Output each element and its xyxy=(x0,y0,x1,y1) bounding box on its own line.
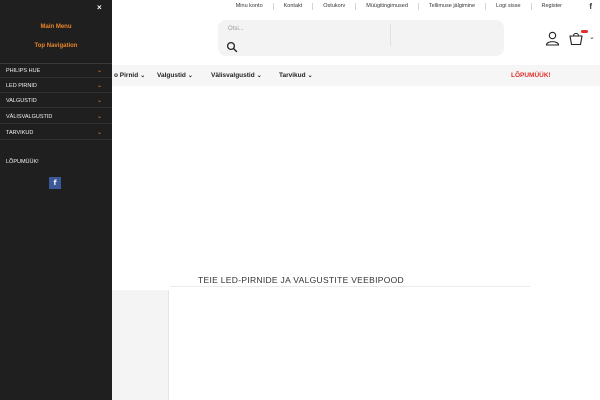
sidebar-item-label: VALGUSTID xyxy=(6,98,37,104)
nav-item-label: Välisvalgustid xyxy=(211,72,255,79)
sidebar-item-led-pirnid[interactable]: LED PIRNID ⌄ xyxy=(0,80,112,93)
nav-item-label: Tarvikud xyxy=(279,72,306,79)
top-link-cart[interactable]: Ostukorv xyxy=(312,3,355,10)
title-divider xyxy=(170,286,530,287)
top-link-login[interactable]: Logi sisse xyxy=(485,3,530,10)
chevron-down-icon: ⌄ xyxy=(307,73,313,79)
cart-badge xyxy=(581,30,588,33)
mobile-menu-sidebar: × Main Menu Top Navigation PHILIPS HUE ⌄… xyxy=(0,0,112,400)
sidebar-divider xyxy=(0,63,112,64)
sidebar-item-valisvalgustid[interactable]: VÄLISVALGUSTID ⌄ xyxy=(0,111,112,124)
chevron-down-icon[interactable]: ⌄ xyxy=(97,113,102,120)
close-icon[interactable]: × xyxy=(97,3,102,12)
top-link-contact[interactable]: Kontakt xyxy=(272,3,313,10)
facebook-icon[interactable]: f xyxy=(49,177,61,189)
search-icon[interactable] xyxy=(226,41,238,53)
user-icon[interactable] xyxy=(545,31,560,46)
top-link-register[interactable]: Register xyxy=(530,3,572,10)
cart-icon[interactable] xyxy=(568,31,584,46)
sidebar-item-label: TARVIKUD xyxy=(6,130,34,136)
sidebar-heading-main-menu[interactable]: Main Menu xyxy=(0,24,112,30)
content-card xyxy=(112,290,169,400)
chevron-down-icon[interactable]: ⌄ xyxy=(97,97,102,104)
chevron-down-icon: ⌄ xyxy=(140,73,146,79)
chevron-down-icon[interactable]: ⌄ xyxy=(589,33,595,41)
nav-item-label: o Pirnid xyxy=(114,72,139,79)
sidebar-item-philips-hue[interactable]: PHILIPS HUE ⌄ xyxy=(0,65,112,78)
page-title: TEIE LED-PIRNIDE JA VALGUSTITE VEEBIPOOD xyxy=(198,275,404,285)
top-link-my-account[interactable]: Minu konto xyxy=(226,3,273,10)
sidebar-item-valgustid[interactable]: VALGUSTID ⌄ xyxy=(0,95,112,108)
sidebar-item-label: PHILIPS HUE xyxy=(6,68,41,74)
top-link-terms[interactable]: Müügitingimused xyxy=(355,3,418,10)
top-link-order-tracking[interactable]: Tellimuse jälgimine xyxy=(417,3,485,10)
search-divider xyxy=(390,24,391,46)
sidebar-item-label: LED PIRNID xyxy=(6,83,37,89)
nav-item-valisvalgustid[interactable]: Välisvalgustid ⌄ xyxy=(211,72,262,79)
facebook-icon[interactable]: f xyxy=(589,2,592,11)
nav-item-label: Valgustid xyxy=(157,72,186,79)
chevron-down-icon: ⌄ xyxy=(187,73,193,79)
search-placeholder: Otsi... xyxy=(228,26,244,32)
top-links: Minu konto Kontakt Ostukorv Müügitingimu… xyxy=(226,3,572,10)
nav-item-valgustid[interactable]: Valgustid ⌄ xyxy=(157,72,193,79)
nav-item-sale[interactable]: LÕPUMÜÜK! xyxy=(511,72,551,79)
nav-item-pirnid[interactable]: o Pirnid ⌄ xyxy=(114,72,145,79)
sidebar-item-label: VÄLISVALGUSTID xyxy=(6,114,53,120)
search-input[interactable]: Otsi... xyxy=(218,20,504,56)
chevron-down-icon[interactable]: ⌄ xyxy=(97,82,102,89)
sidebar-heading-top-navigation[interactable]: Top Navigation xyxy=(0,43,112,49)
chevron-down-icon[interactable]: ⌄ xyxy=(97,67,102,74)
sidebar-item-sale[interactable]: LÕPUMÜÜK! xyxy=(6,159,39,165)
sidebar-item-tarvikud[interactable]: TARVIKUD ⌄ xyxy=(0,127,112,140)
chevron-down-icon[interactable]: ⌄ xyxy=(97,129,102,136)
nav-item-tarvikud[interactable]: Tarvikud ⌄ xyxy=(279,72,313,79)
chevron-down-icon: ⌄ xyxy=(256,73,262,79)
